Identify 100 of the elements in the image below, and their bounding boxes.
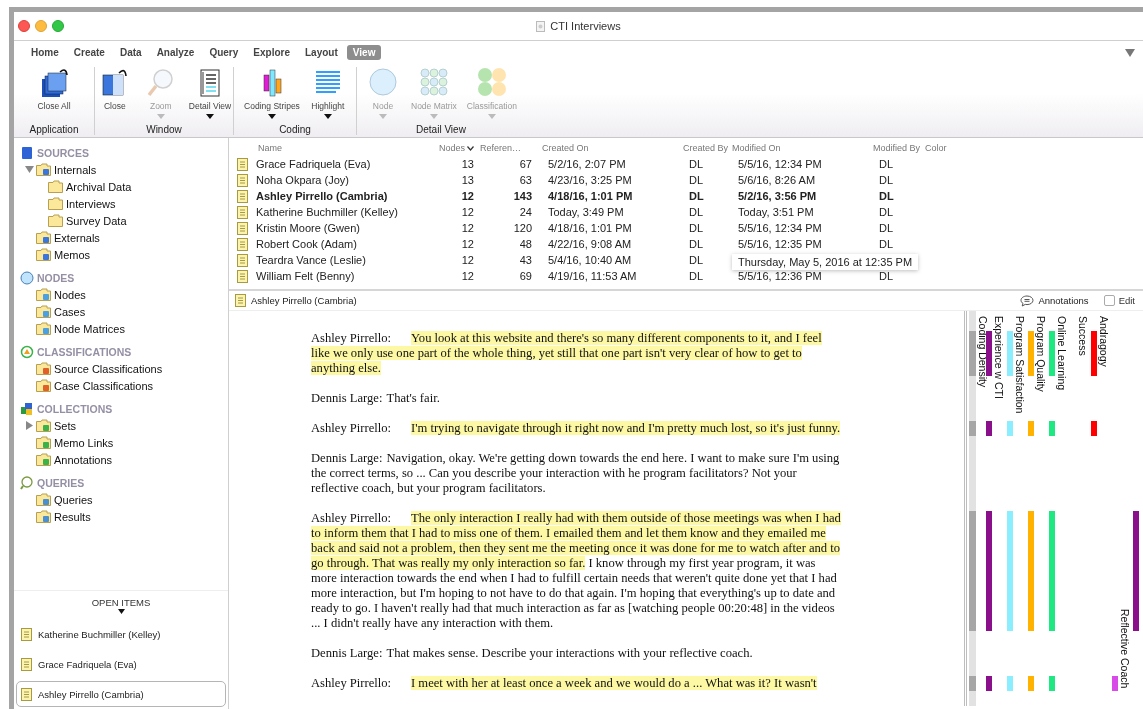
document-icon xyxy=(237,189,248,203)
coding-stripe[interactable] xyxy=(1007,676,1013,691)
name-cell[interactable]: Noha Okpara (Joy) xyxy=(256,174,436,186)
coding-stripe[interactable] xyxy=(1112,676,1118,691)
name-cell[interactable]: Ashley Pirrello (Cambria) xyxy=(256,190,436,202)
navigation-item[interactable]: Interviews xyxy=(66,197,116,210)
coding-stripe[interactable] xyxy=(1091,421,1097,436)
coding-stripe[interactable] xyxy=(1049,331,1055,376)
document-icon xyxy=(21,687,32,701)
table-cell-text: Today, 3:49 PM xyxy=(547,206,625,218)
navigation-item[interactable]: Internals xyxy=(54,163,97,176)
column-header[interactable]: Nodes xyxy=(436,143,478,153)
edit-checkbox[interactable]: Edit xyxy=(1103,295,1135,306)
coding-stripe[interactable] xyxy=(1007,511,1013,631)
section-icon xyxy=(20,344,34,359)
coding-stripe[interactable] xyxy=(1091,331,1097,376)
disclosure-triangle-icon[interactable] xyxy=(25,421,34,430)
coding-stripe[interactable] xyxy=(986,511,992,631)
name-cell[interactable]: Teardra Vance (Leslie) xyxy=(256,254,436,266)
name-cell[interactable]: Kristin Moore (Gwen) xyxy=(256,222,436,234)
folder-icon xyxy=(36,436,51,449)
ribbon-button[interactable]: Close All xyxy=(32,67,76,121)
ribbon-menu-icon[interactable] xyxy=(1125,49,1135,57)
ribbon-tab[interactable]: Home xyxy=(25,44,65,60)
sort-chevron-icon[interactable] xyxy=(467,145,474,151)
document-icon xyxy=(237,221,248,235)
coding-stripe[interactable] xyxy=(1007,331,1013,376)
transcript-paragraph: Ashley Pirrello: I'm trying to navigate through it right now and I'm pretty much lost, so it's just funny. xyxy=(310,421,841,437)
section-title: SOURCES xyxy=(37,146,89,159)
table-cell-text: DL xyxy=(688,158,705,170)
folder-icon xyxy=(36,493,51,506)
navigation-item[interactable]: Node Matrices xyxy=(54,322,125,335)
navigation-item[interactable]: Survey Data xyxy=(66,214,127,227)
navigation-item[interactable]: Memos xyxy=(54,248,91,261)
ribbon-button[interactable]: Detail View xyxy=(184,67,236,121)
navigation-item[interactable]: Nodes xyxy=(54,288,86,301)
coding-stripe[interactable] xyxy=(1028,331,1034,376)
table-cell: DL xyxy=(879,238,894,250)
ribbon-button[interactable]: Highlight xyxy=(305,67,350,121)
navigation-item[interactable]: Source Classifications xyxy=(54,362,163,375)
section-icon xyxy=(20,475,34,490)
navigation-item[interactable]: Results xyxy=(54,510,91,523)
ribbon-tab[interactable]: Query xyxy=(203,44,245,60)
coding-stripe[interactable] xyxy=(1028,676,1034,691)
caret-icon[interactable] xyxy=(206,114,214,119)
coding-stripe[interactable] xyxy=(1133,511,1139,631)
table-cell: 5/5/16, 12:34 PM xyxy=(738,158,822,170)
open-item[interactable]: Grace Fadriquela (Eva) xyxy=(16,651,226,677)
transcript-paragraph: Dennis Large: Navigation, okay. We're getting down towards the end here. I want to make sure I'm using the correct terms, so ... Can you describe your interaction with he program facilitators? Not your reflective coach, but your program facilitators. xyxy=(310,451,841,497)
coding-stripe[interactable] xyxy=(1049,511,1055,631)
table-cell-text: DL xyxy=(688,222,705,234)
table-cell-text: 24 xyxy=(518,206,533,218)
annotations-button[interactable]: Annotations xyxy=(1016,294,1093,307)
caret-icon[interactable] xyxy=(323,114,332,119)
caret-icon[interactable] xyxy=(117,609,125,614)
open-item[interactable]: Ashley Pirrello (Cambria) xyxy=(16,681,226,707)
navigation-item[interactable]: Archival Data xyxy=(66,180,132,193)
column-header[interactable]: Referen… xyxy=(478,143,536,153)
table-cell-text: 4/23/16, 3:25 PM xyxy=(547,174,633,186)
navigation-item[interactable]: Queries xyxy=(54,493,93,506)
navigation-item[interactable]: Memo Links xyxy=(54,436,114,449)
coding-stripe[interactable] xyxy=(1049,676,1055,691)
coding-stripe[interactable] xyxy=(1049,421,1055,436)
column-header[interactable]: Created By xyxy=(677,143,726,153)
column-header[interactable]: Created On xyxy=(536,143,677,153)
ribbon-button[interactable]: Coding Stripes xyxy=(240,67,304,121)
name-cell[interactable]: Grace Fadriquela (Eva) xyxy=(256,158,436,170)
navigation-item[interactable]: Case Classifications xyxy=(54,379,154,392)
coding-stripe[interactable] xyxy=(1028,421,1034,436)
caret-icon[interactable] xyxy=(268,114,276,119)
name-cell[interactable]: Robert Cook (Adam) xyxy=(256,238,436,250)
open-items-title[interactable]: OPEN ITEMS xyxy=(91,597,151,608)
ribbon-button[interactable]: Close xyxy=(92,67,137,121)
coding-stripe[interactable] xyxy=(1028,511,1034,631)
column-header[interactable]: Modified By xyxy=(867,143,923,153)
open-item[interactable]: Katherine Buchmiller (Kelley) xyxy=(16,621,226,647)
minimize-window-button[interactable] xyxy=(35,20,47,32)
ribbon-tab[interactable]: Analyze xyxy=(150,44,201,60)
close-window-button[interactable] xyxy=(18,20,30,32)
table-cell: 5/5/16, 12:35 PM xyxy=(738,238,822,250)
navigation-item[interactable]: Sets xyxy=(54,419,76,432)
zoom-window-button[interactable] xyxy=(52,20,64,32)
column-header[interactable]: Color xyxy=(923,143,983,153)
navigation-item[interactable]: Externals xyxy=(54,231,100,244)
ribbon-tab[interactable]: Create xyxy=(67,44,111,60)
ribbon-tab[interactable]: Layout xyxy=(299,44,344,60)
coding-stripe[interactable] xyxy=(1007,421,1013,436)
name-cell[interactable]: Katherine Buchmiller (Kelley) xyxy=(256,206,436,218)
column-header[interactable]: Name xyxy=(256,143,436,153)
table-cell: DL xyxy=(879,190,894,202)
coding-stripe[interactable] xyxy=(986,676,992,691)
coding-stripe[interactable] xyxy=(986,421,992,436)
navigation-item[interactable]: Cases xyxy=(54,305,86,318)
name-cell[interactable]: William Felt (Benny) xyxy=(256,270,436,282)
folder-icon xyxy=(36,322,51,335)
ribbon-tab[interactable]: Explore xyxy=(247,44,296,60)
ribbon-tab[interactable]: Data xyxy=(113,44,148,60)
coding-stripe[interactable] xyxy=(986,331,992,376)
navigation-item[interactable]: Annotations xyxy=(54,453,113,466)
disclosure-triangle-icon[interactable] xyxy=(25,165,34,174)
